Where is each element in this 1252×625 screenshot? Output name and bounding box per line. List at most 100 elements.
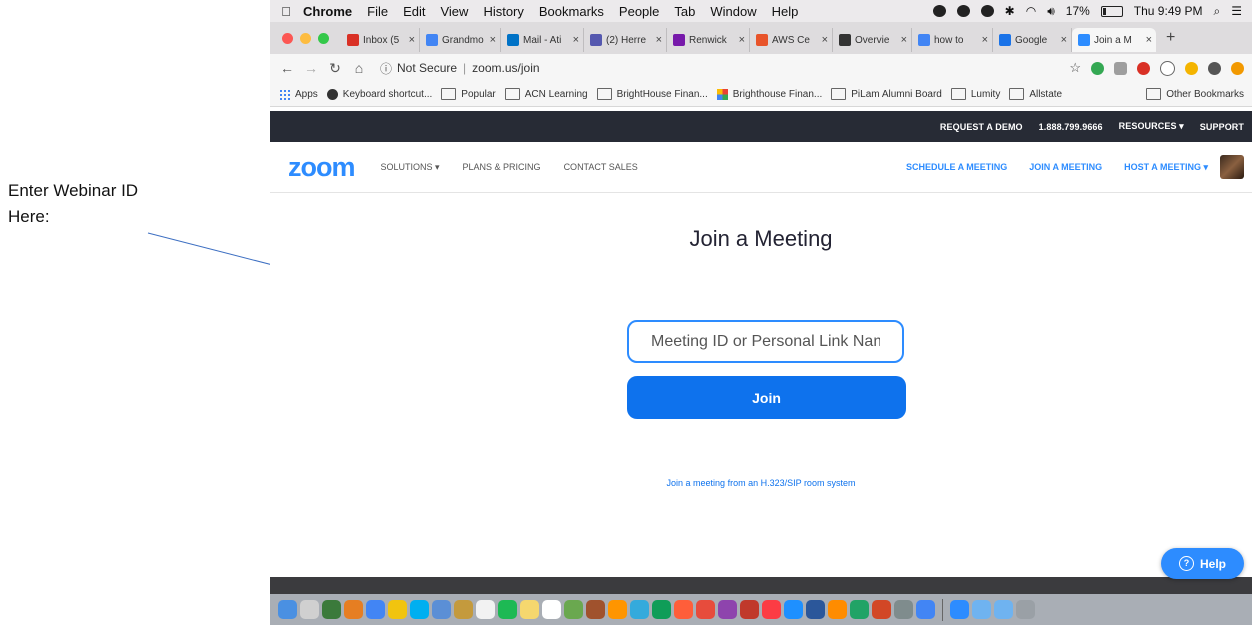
bookmark-star-icon[interactable]: ☆ xyxy=(1069,60,1081,76)
dock-app-icon[interactable] xyxy=(1016,600,1035,619)
info-icon[interactable]: ⓘ xyxy=(380,60,392,77)
dock-app-icon[interactable] xyxy=(916,600,935,619)
battery-icon[interactable] xyxy=(1100,5,1123,17)
menu-view[interactable]: View xyxy=(440,4,468,19)
dock-app-icon[interactable] xyxy=(520,600,539,619)
bookmark-keyboard-shortcuts[interactable]: Keyboard shortcut... xyxy=(326,88,432,100)
tab-close-icon[interactable]: × xyxy=(739,34,745,46)
nav-plans-pricing[interactable]: PLANS & PRICING xyxy=(463,162,541,172)
volume-icon[interactable]: 🔊︎ xyxy=(1047,4,1055,19)
dock-app-icon[interactable] xyxy=(476,600,495,619)
cloud-icon[interactable] xyxy=(956,5,970,17)
dock-app-icon[interactable] xyxy=(388,600,407,619)
tab-close-icon[interactable]: × xyxy=(901,34,907,46)
menu-people[interactable]: People xyxy=(619,4,659,19)
dock-app-icon[interactable] xyxy=(300,600,319,619)
browser-tab[interactable]: how to × xyxy=(912,28,993,52)
dock-app-icon[interactable] xyxy=(652,600,671,619)
bookmark-allstate[interactable]: Allstate xyxy=(1009,88,1062,100)
spotlight-icon[interactable]: ⌕ xyxy=(1214,4,1221,19)
dock-app-icon[interactable] xyxy=(322,600,341,619)
bookmark-apps[interactable]: Apps xyxy=(279,88,318,100)
wifi-icon[interactable]: ◠ xyxy=(1026,4,1036,18)
nav-host-meeting[interactable]: HOST A MEETING ▾ xyxy=(1124,162,1208,173)
control-center-icon[interactable]: ☰ xyxy=(1231,4,1242,18)
phone-number[interactable]: 1.888.799.9666 xyxy=(1039,122,1103,132)
bookmark-popular[interactable]: Popular xyxy=(441,88,496,100)
close-window-icon[interactable] xyxy=(282,32,293,44)
support-link[interactable]: SUPPORT xyxy=(1200,122,1244,132)
dock-app-icon[interactable] xyxy=(718,600,737,619)
browser-tab[interactable]: (2) Herre × xyxy=(584,28,667,52)
dock-app-icon[interactable] xyxy=(410,600,429,619)
url-field[interactable]: ⓘ Not Secure | zoom.us/join xyxy=(380,57,1020,79)
minimize-window-icon[interactable] xyxy=(300,32,311,44)
menu-edit[interactable]: Edit xyxy=(403,4,425,19)
browser-tab[interactable]: Inbox (5 × xyxy=(341,28,420,52)
menu-help[interactable]: Help xyxy=(772,4,799,19)
tab-close-icon[interactable]: × xyxy=(1146,34,1152,46)
reload-icon[interactable]: ↻ xyxy=(328,60,342,77)
menu-bookmarks[interactable]: Bookmarks xyxy=(539,4,604,19)
nav-contact-sales[interactable]: CONTACT SALES xyxy=(564,162,638,172)
dock-app-icon[interactable] xyxy=(630,600,649,619)
dock-app-icon[interactable] xyxy=(674,600,693,619)
extension-icon[interactable] xyxy=(1160,60,1175,76)
request-demo-link[interactable]: REQUEST A DEMO xyxy=(940,122,1023,132)
tab-close-icon[interactable]: × xyxy=(409,34,415,46)
tab-close-icon[interactable]: × xyxy=(1061,34,1067,46)
dock-app-icon[interactable] xyxy=(740,600,759,619)
menu-history[interactable]: History xyxy=(483,4,523,19)
browser-tab[interactable]: Renwick × xyxy=(667,28,750,52)
browser-tab[interactable]: Grandmo × xyxy=(420,28,501,52)
menu-window[interactable]: Window xyxy=(710,4,756,19)
dock-app-icon[interactable] xyxy=(586,600,605,619)
headphones-icon[interactable] xyxy=(980,5,994,17)
bookmark-pilam[interactable]: PiLam Alumni Board xyxy=(831,88,942,100)
apple-icon[interactable]:  xyxy=(279,4,293,19)
forward-icon[interactable]: → xyxy=(304,60,318,76)
h323-sip-link-text[interactable]: Join a meeting from an H.323/SIP room sy… xyxy=(667,478,856,488)
dock-app-icon[interactable] xyxy=(950,600,969,619)
extension-icon[interactable] xyxy=(1185,61,1198,75)
dock-app-icon[interactable] xyxy=(784,600,803,619)
home-icon[interactable]: ⌂ xyxy=(352,60,366,76)
dock-app-icon[interactable] xyxy=(972,600,991,619)
menu-app-name[interactable]: Chrome xyxy=(303,4,352,19)
dock-app-icon[interactable] xyxy=(850,600,869,619)
nav-schedule-meeting[interactable]: SCHEDULE A MEETING xyxy=(906,162,1007,172)
bookmark-brighthouse-2[interactable]: Brighthouse Finan... xyxy=(716,88,822,100)
dock-app-icon[interactable] xyxy=(432,600,451,619)
warning-icon[interactable] xyxy=(1231,61,1244,75)
bookmark-acn-learning[interactable]: ACN Learning xyxy=(504,88,588,100)
dock-app-icon[interactable] xyxy=(564,600,583,619)
other-bookmarks[interactable]: Other Bookmarks xyxy=(1146,88,1244,100)
resources-menu[interactable]: RESOURCES ▾ xyxy=(1119,121,1184,132)
tab-close-icon[interactable]: × xyxy=(656,34,662,46)
bookmark-brighthouse-1[interactable]: BrightHouse Finan... xyxy=(596,88,708,100)
join-button[interactable]: Join xyxy=(627,376,906,419)
menu-file[interactable]: File xyxy=(367,4,388,19)
dock-app-icon[interactable] xyxy=(696,600,715,619)
dock-app-icon[interactable] xyxy=(498,600,517,619)
dock-app-icon[interactable] xyxy=(894,600,913,619)
menu-tab[interactable]: Tab xyxy=(674,4,695,19)
extension-icon[interactable] xyxy=(1137,61,1150,75)
meeting-id-input[interactable] xyxy=(627,320,904,363)
profile-avatar[interactable] xyxy=(1208,61,1221,75)
dock-app-icon[interactable] xyxy=(542,600,561,619)
extension-icon[interactable] xyxy=(1091,61,1104,75)
browser-tab[interactable]: Google × xyxy=(993,28,1072,52)
help-button[interactable]: ? Help xyxy=(1161,548,1244,579)
dock-app-icon[interactable] xyxy=(762,600,781,619)
back-icon[interactable]: ← xyxy=(280,60,294,76)
extension-icon[interactable] xyxy=(1114,61,1127,75)
dock-app-icon[interactable] xyxy=(454,600,473,619)
location-icon[interactable] xyxy=(932,5,946,17)
nav-solutions[interactable]: SOLUTIONS ▾ xyxy=(381,162,440,173)
bluetooth-icon[interactable]: ✱ xyxy=(1005,4,1015,18)
dock-app-icon[interactable] xyxy=(806,600,825,619)
tab-close-icon[interactable]: × xyxy=(573,34,579,46)
dock-app-icon[interactable] xyxy=(366,600,385,619)
dock-app-icon[interactable] xyxy=(872,600,891,619)
